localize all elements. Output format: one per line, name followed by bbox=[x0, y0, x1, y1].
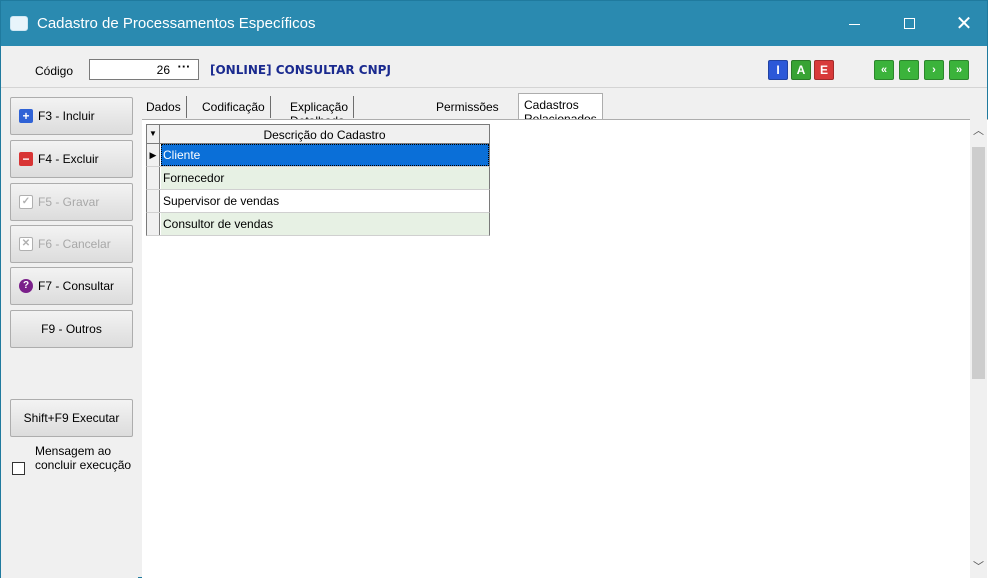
outros-button[interactable]: F9 - Outros bbox=[10, 310, 133, 348]
tab-permissoes[interactable]: Permissões bbox=[431, 96, 504, 118]
row-cell[interactable]: Cliente bbox=[161, 144, 489, 166]
maximize-icon bbox=[903, 18, 915, 29]
tab-cadastros-relacionados[interactable]: Cadastros Relacionados bbox=[518, 93, 603, 126]
main-window: Cadastro de Processamentos Específicos ✕… bbox=[0, 0, 988, 578]
consultar-button[interactable]: ? F7 - Consultar bbox=[10, 267, 133, 305]
tab-dados[interactable]: Dados bbox=[141, 96, 187, 118]
check-icon: ✓ bbox=[19, 195, 33, 209]
table-row[interactable]: Consultor de vendas bbox=[146, 213, 490, 236]
exclude-icon-button[interactable]: E bbox=[814, 60, 834, 80]
minimize-icon bbox=[848, 24, 860, 25]
table-row[interactable]: Supervisor de vendas bbox=[146, 190, 490, 213]
scroll-down-icon[interactable]: ﹀ bbox=[970, 559, 987, 576]
outros-label: F9 - Outros bbox=[41, 322, 102, 336]
codigo-label: Código bbox=[35, 64, 74, 78]
maximize-button[interactable] bbox=[886, 1, 932, 46]
action-panel: + F3 - Incluir − F4 - Excluir ✓ F5 - Gra… bbox=[1, 89, 138, 578]
last-record-button[interactable]: » bbox=[949, 60, 969, 80]
minus-icon: − bbox=[19, 152, 33, 166]
table-row[interactable]: Fornecedor bbox=[146, 167, 490, 190]
close-button[interactable]: ✕ bbox=[941, 1, 987, 46]
tab-explicacao-detalhada[interactable]: Explicação Detalhada bbox=[285, 96, 355, 128]
first-record-button[interactable]: « bbox=[874, 60, 894, 80]
incluir-button[interactable]: + F3 - Incluir bbox=[10, 97, 133, 135]
gravar-label: F5 - Gravar bbox=[38, 195, 100, 209]
process-name: [ONLINE] CONSULTAR CNPJ bbox=[210, 63, 391, 77]
toolbar: Código 26 ··· [ONLINE] CONSULTAR CNPJ I … bbox=[1, 46, 987, 88]
incluir-label: F3 - Incluir bbox=[38, 109, 95, 123]
mensagem-checkbox[interactable] bbox=[12, 462, 25, 475]
row-indicator bbox=[147, 213, 160, 235]
executar-label: Shift+F9 Executar bbox=[23, 411, 120, 425]
insert-icon-button[interactable]: I bbox=[768, 60, 788, 80]
plus-icon: + bbox=[19, 109, 33, 123]
alter-icon-button[interactable]: A bbox=[791, 60, 811, 80]
scroll-up-icon[interactable]: ︿ bbox=[970, 123, 987, 140]
current-row-icon: ▶ bbox=[147, 144, 160, 166]
app-icon bbox=[10, 16, 28, 31]
row-cell[interactable]: Fornecedor bbox=[161, 167, 489, 189]
grid-header: ▼ Descrição do Cadastro bbox=[146, 124, 490, 144]
mensagem-label: Mensagem ao concluir execução bbox=[35, 444, 132, 472]
tab-codificacao[interactable]: Codificação bbox=[197, 96, 271, 118]
codigo-value: 26 bbox=[156, 63, 170, 77]
related-records-grid: ▼ Descrição do Cadastro ▶ Cliente Fornec… bbox=[146, 124, 490, 236]
previous-record-button[interactable]: ‹ bbox=[899, 60, 919, 80]
row-indicator bbox=[147, 190, 160, 212]
codigo-lookup-button[interactable]: ··· bbox=[173, 60, 195, 78]
help-icon: ? bbox=[19, 279, 33, 293]
codigo-field[interactable]: 26 ··· bbox=[89, 59, 199, 80]
executar-button[interactable]: Shift+F9 Executar bbox=[10, 399, 133, 437]
column-header[interactable]: Descrição do Cadastro bbox=[160, 128, 489, 142]
excluir-button[interactable]: − F4 - Excluir bbox=[10, 140, 133, 178]
cancelar-button[interactable]: ✕ F6 - Cancelar bbox=[10, 225, 133, 263]
row-cell[interactable]: Supervisor de vendas bbox=[161, 190, 489, 212]
consultar-label: F7 - Consultar bbox=[38, 279, 115, 293]
cancelar-label: F6 - Cancelar bbox=[38, 237, 111, 251]
dropdown-indicator-icon[interactable]: ▼ bbox=[147, 125, 160, 143]
vertical-scrollbar[interactable]: ︿ ﹀ bbox=[970, 119, 987, 578]
table-row[interactable]: ▶ Cliente bbox=[146, 144, 490, 167]
excluir-label: F4 - Excluir bbox=[38, 152, 99, 166]
cancel-icon: ✕ bbox=[19, 237, 33, 251]
minimize-button[interactable] bbox=[831, 1, 877, 46]
row-cell[interactable]: Consultor de vendas bbox=[161, 213, 489, 235]
tab-content: ▼ Descrição do Cadastro ▶ Cliente Fornec… bbox=[142, 119, 988, 578]
window-title: Cadastro de Processamentos Específicos bbox=[37, 15, 316, 32]
row-indicator bbox=[147, 167, 160, 189]
title-bar: Cadastro de Processamentos Específicos ✕ bbox=[1, 1, 987, 46]
next-record-button[interactable]: › bbox=[924, 60, 944, 80]
scroll-thumb[interactable] bbox=[972, 147, 985, 379]
gravar-button[interactable]: ✓ F5 - Gravar bbox=[10, 183, 133, 221]
